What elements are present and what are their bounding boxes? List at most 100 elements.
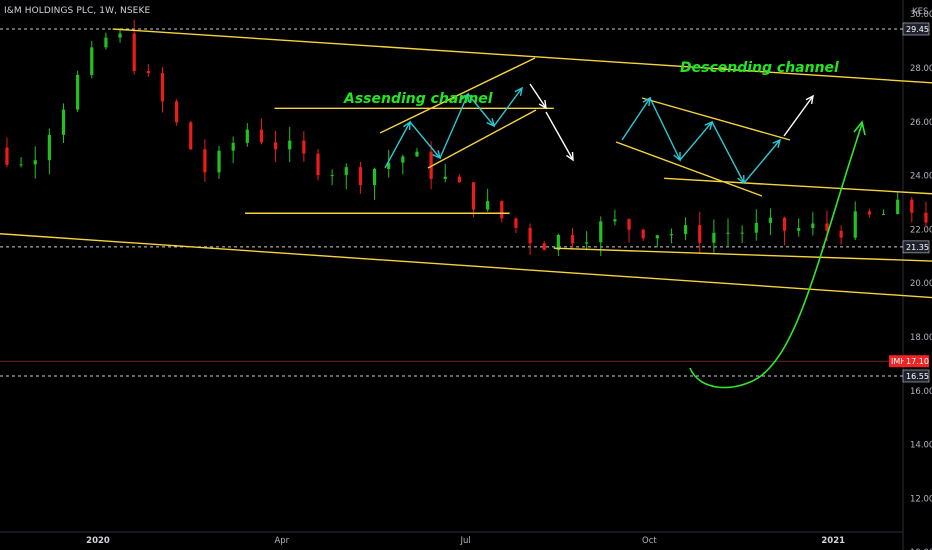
candle-body — [768, 217, 773, 223]
candle-body — [740, 232, 744, 234]
candle-body — [896, 199, 900, 215]
candle-body — [599, 221, 603, 243]
desc-zigzag-3 — [679, 121, 713, 161]
candle-body — [471, 182, 476, 210]
candle-body — [146, 71, 150, 74]
candle-body — [372, 168, 377, 186]
candle-body — [358, 167, 363, 186]
candle-body — [683, 225, 688, 235]
desc-zigzag-1 — [621, 97, 651, 141]
price-level-tag-text: 29.45 — [906, 25, 929, 34]
candle-body — [486, 201, 490, 210]
candle-body — [76, 74, 80, 110]
y-tick-label: 18.00 — [910, 333, 932, 343]
y-tick-label: 26.00 — [910, 118, 932, 128]
candle-body — [712, 232, 716, 243]
candle-body — [330, 175, 334, 177]
candle-body — [542, 243, 546, 251]
desc-zigzag-4 — [711, 121, 745, 184]
y-tick-label: 14.00 — [910, 441, 932, 451]
x-tick-label: 2021 — [821, 536, 845, 546]
y-tick-label: 12.00 — [910, 494, 932, 504]
candle-body — [881, 214, 886, 216]
candle-body — [782, 217, 787, 231]
candle-body — [401, 156, 405, 163]
desc-breakout-arrow — [783, 95, 814, 137]
candle-body — [33, 160, 37, 165]
x-tick-label: Oct — [642, 536, 657, 546]
candle-body — [528, 227, 532, 244]
descending-channel-top — [641, 97, 791, 141]
candle-body — [90, 47, 94, 75]
candle-body — [754, 222, 758, 233]
candle-body — [118, 33, 122, 38]
candle-body — [514, 218, 518, 228]
x-tick-label: Apr — [274, 536, 289, 546]
pennant-1-bottom — [553, 247, 932, 262]
candle-body — [627, 219, 631, 230]
candle-body — [839, 230, 843, 238]
candle-body — [160, 73, 165, 102]
descending-channel-label: Descending channel — [680, 60, 839, 76]
candle-body — [585, 242, 589, 244]
candle-body — [641, 229, 645, 239]
candle-body — [104, 37, 108, 48]
candle-body — [273, 142, 278, 150]
chart-root: 10.0012.0014.0016.0018.0020.0022.0024.00… — [0, 0, 932, 550]
y-tick-label: 24.00 — [910, 172, 932, 182]
candle-body — [910, 199, 914, 213]
asc-breakdown-arrow-1 — [529, 83, 547, 109]
y-tick-label: 16.00 — [910, 387, 932, 397]
symbol-tag-text: IMH — [891, 357, 906, 366]
lower-descending-trendline — [0, 233, 932, 299]
candle-body — [259, 129, 264, 143]
price-chart[interactable]: 10.0012.0014.0016.0018.0020.0022.0024.00… — [0, 0, 932, 550]
candle-body — [231, 142, 235, 151]
candle-body — [203, 149, 207, 173]
ascending-channel-bottom — [427, 109, 537, 169]
ascending-channel-label: Assending channel — [343, 91, 493, 107]
candle-body — [457, 176, 461, 183]
candle-body — [61, 109, 66, 135]
candle-body — [189, 122, 193, 150]
pennant-1-top — [664, 177, 932, 195]
y-tick-label: 28.00 — [910, 64, 932, 74]
y-tick-label: 22.00 — [910, 225, 932, 235]
candle-body — [500, 201, 504, 219]
candle-body — [316, 153, 320, 176]
candle-body — [655, 235, 659, 239]
candle-body — [5, 147, 9, 165]
chart-title: I&M HOLDINGS PLC, 1W, NSEKE — [4, 6, 151, 16]
candle-body — [288, 140, 292, 150]
candle-body — [867, 211, 871, 215]
candle-body — [132, 33, 136, 72]
candle-body — [797, 228, 801, 231]
price-level-tag-text: 16.55 — [906, 372, 929, 381]
candle-body — [19, 164, 23, 166]
candle-body — [344, 167, 348, 176]
candle-body — [924, 212, 928, 223]
desc-zigzag-5 — [743, 139, 781, 184]
asc-zigzag-2 — [409, 121, 441, 159]
candle-body — [217, 150, 221, 173]
x-tick-label: 2020 — [86, 536, 110, 546]
last-price-tag-text: 17.10 — [906, 357, 929, 366]
candle-body — [175, 101, 179, 123]
candle-body — [726, 232, 730, 234]
candle-body — [669, 234, 674, 236]
x-tick-label: Jul — [459, 536, 470, 546]
candle-body — [698, 225, 702, 243]
candle-body — [245, 129, 249, 143]
candle-body — [415, 151, 419, 157]
candle-body — [302, 140, 306, 154]
candle-body — [811, 223, 815, 229]
price-level-tag-text: 21.35 — [906, 243, 929, 252]
asc-breakdown-arrow-2 — [545, 111, 574, 161]
candle-body — [853, 211, 857, 238]
candle-body — [613, 219, 617, 222]
currency-label: KES — [912, 7, 928, 17]
candle-body — [570, 234, 575, 244]
y-tick-label: 20.00 — [910, 279, 932, 289]
candle-body — [47, 134, 51, 161]
candle-body — [443, 176, 447, 179]
